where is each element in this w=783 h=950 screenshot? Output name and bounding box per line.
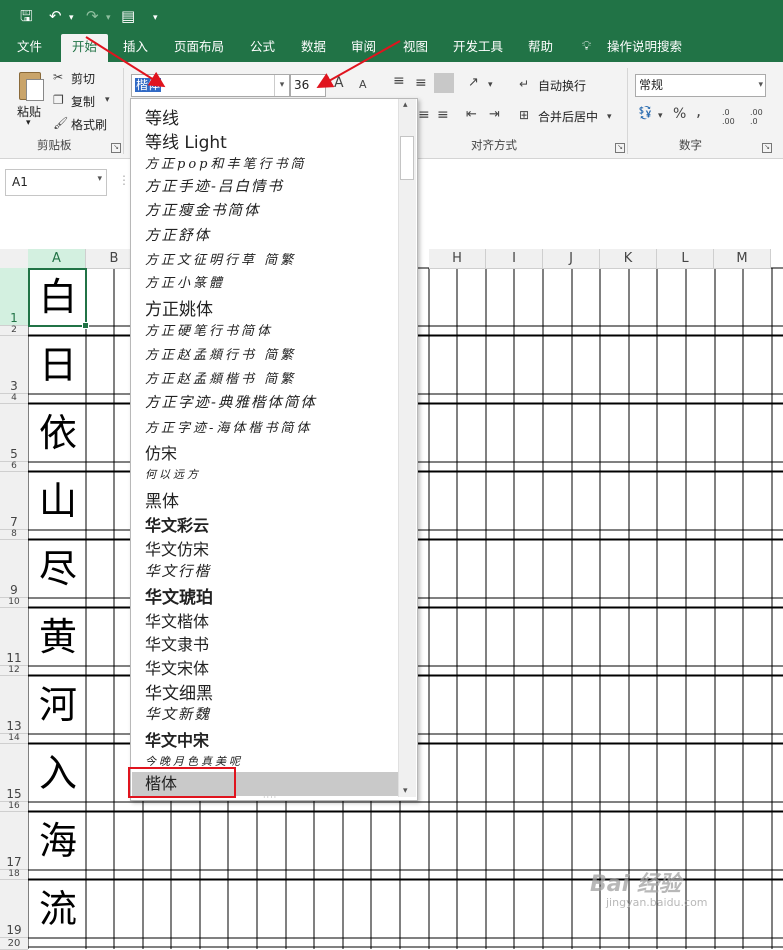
font-option-heyiyuanfang[interactable]: 何以远方 [145, 466, 201, 482]
column-header-h[interactable]: H [429, 249, 486, 269]
row-header-13[interactable]: 13 [0, 676, 28, 734]
font-option-dengxian-light[interactable]: 等线 Light [145, 128, 227, 153]
scroll-down-icon[interactable]: ▾ [403, 786, 408, 796]
row-header-10[interactable]: 10 [0, 598, 28, 608]
row-header-8[interactable]: 8 [0, 530, 28, 540]
row-header-6[interactable]: 6 [0, 462, 28, 472]
cell-a7-char[interactable]: 山 [30, 471, 86, 531]
row-header-15[interactable]: 15 [0, 744, 28, 802]
font-option-fz-lvbai[interactable]: 方正手迹-吕白情书 [145, 175, 284, 196]
clipboard-group-label: 剪贴板 [37, 138, 72, 152]
font-option-hw-songti[interactable]: 华文宋体 [145, 655, 209, 679]
font-option-fz-shuti[interactable]: 方正舒体 [145, 224, 211, 245]
row-header-9[interactable]: 9 [0, 540, 28, 598]
row-header-11[interactable]: 11 [0, 608, 28, 666]
row-header-7[interactable]: 7 [0, 472, 28, 530]
fill-handle[interactable] [82, 322, 89, 329]
font-list-scrollbar[interactable]: ▴ ▾ [398, 99, 416, 797]
font-option-fz-pop-xingshu[interactable]: 方正pop和丰笔行书简 [145, 153, 306, 172]
font-option-hw-xihei[interactable]: 华文细黑 [145, 679, 213, 704]
resize-grip-icon[interactable]: ···· [263, 793, 277, 800]
cell-a13-char[interactable]: 河 [30, 675, 86, 735]
row-header-3[interactable]: 3 [0, 336, 28, 394]
row-header-2[interactable]: 2 [0, 326, 28, 336]
name-box-value[interactable]: A1 [12, 175, 28, 189]
row-header-5[interactable]: 5 [0, 404, 28, 462]
font-option-fz-yingbi[interactable]: 方正硬笔行书简体 [145, 320, 273, 339]
alignment-launcher-icon[interactable]: ↘ [615, 143, 625, 153]
scrollbar-thumb[interactable] [400, 136, 414, 180]
font-option-hw-zhongsong[interactable]: 华文中宋 [145, 727, 209, 751]
row-header-18[interactable]: 18 [0, 870, 28, 880]
row-header-17[interactable]: 17 [0, 812, 28, 870]
font-option-hw-lishu[interactable]: 华文隶书 [145, 631, 209, 655]
row-header-20[interactable]: 20 [0, 938, 28, 950]
cell-a9-char[interactable]: 尽 [30, 539, 86, 599]
font-option-hw-xinwei[interactable]: 华文新魏 [145, 703, 211, 724]
active-cell-a1[interactable] [28, 268, 87, 327]
formula-bar-grip-icon: ⋮ [118, 173, 130, 187]
name-box-dropdown-icon[interactable]: ▾ [97, 174, 102, 184]
font-option-fz-yaoti[interactable]: 方正姚体 [145, 295, 213, 320]
cell-a17-char[interactable]: 海 [30, 811, 86, 871]
column-header-j[interactable]: J [543, 249, 600, 269]
row-header-19[interactable]: 19 [0, 880, 28, 938]
row-header-12[interactable]: 12 [0, 666, 28, 676]
font-option-fz-zhao-xingshu[interactable]: 方正赵孟頫行书 简繁 [145, 344, 296, 363]
annotation-arrows [85, 36, 401, 88]
font-option-fangsong[interactable]: 仿宋 [145, 440, 177, 464]
arrow-to-font-size [316, 40, 401, 88]
cell-a11-char[interactable]: 黄 [30, 607, 86, 667]
font-option-heiti[interactable]: 黑体 [145, 487, 179, 512]
clipboard-launcher-icon[interactable]: ↘ [111, 143, 121, 153]
arrow-to-font-name [85, 36, 166, 88]
cell-a5-char[interactable]: 依 [30, 403, 86, 463]
column-header-m[interactable]: M [714, 249, 771, 269]
column-header-k[interactable]: K [600, 249, 657, 269]
row-header-1[interactable]: 1 [0, 268, 28, 326]
baidu-watermark: Bai 经验 jingyan.baidu.com [590, 866, 780, 914]
row-header-4[interactable]: 4 [0, 394, 28, 404]
font-option-hw-xingkai[interactable]: 华文行楷 [145, 560, 211, 581]
row-header-16[interactable]: 16 [0, 802, 28, 812]
row-header-14[interactable]: 14 [0, 734, 28, 744]
number-group-label: 数字 [679, 138, 702, 152]
font-option-fz-shoujin[interactable]: 方正瘦金书简体 [145, 199, 261, 220]
alignment-group-label: 对齐方式 [471, 138, 517, 152]
watermark-brand: Bai 经验 [590, 872, 681, 897]
font-option-fz-zhao-kaishu[interactable]: 方正赵孟頫楷书 简繁 [145, 368, 296, 387]
font-option-hw-hupo[interactable]: 华文琥珀 [145, 583, 213, 608]
font-option-fz-xiaozhuan[interactable]: 方正小篆體 [145, 272, 225, 291]
highlight-box-kaiti [128, 767, 236, 798]
number-launcher-icon[interactable]: ↘ [762, 143, 772, 153]
font-option-hw-kaiti[interactable]: 华文楷体 [145, 608, 209, 632]
cell-a19-char[interactable]: 流 [30, 879, 86, 939]
font-option-fz-haiti[interactable]: 方正字迹-海体楷书简体 [145, 417, 312, 436]
column-header-l[interactable]: L [657, 249, 714, 269]
watermark-url: jingyan.baidu.com [606, 896, 708, 909]
font-option-hw-caiyun[interactable]: 华文彩云 [145, 512, 209, 536]
name-box[interactable]: A1 ▾ [5, 169, 107, 196]
cell-a15-char[interactable]: 入 [30, 743, 86, 803]
column-header-i[interactable]: I [486, 249, 543, 269]
font-option-fz-dianya[interactable]: 方正字迹-典雅楷体简体 [145, 391, 317, 412]
cell-a3-char[interactable]: 日 [30, 335, 86, 395]
font-option-fz-wenzhengming[interactable]: 方正文征明行草 简繁 [145, 249, 296, 268]
select-all-corner[interactable] [0, 249, 29, 269]
font-dropdown-list: 等线 等线 Light 方正pop和丰笔行书简 方正手迹-吕白情书 方正瘦金书简… [130, 98, 418, 801]
font-option-hw-fangsong[interactable]: 华文仿宋 [145, 536, 209, 560]
